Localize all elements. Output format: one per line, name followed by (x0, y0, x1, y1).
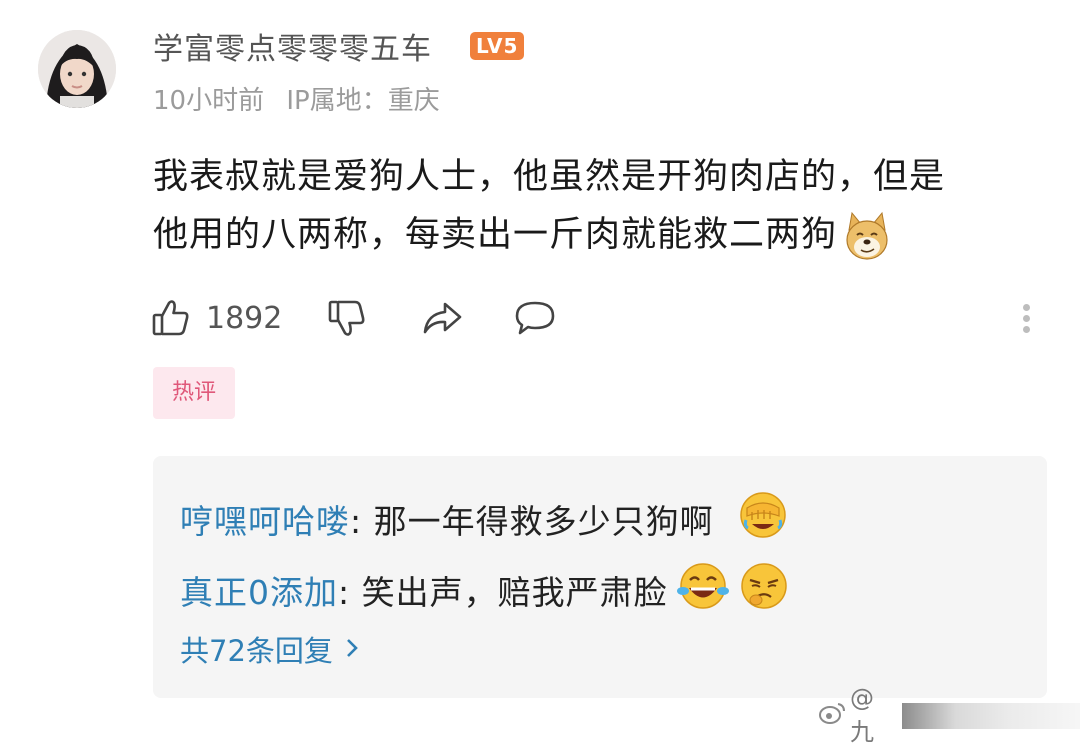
comment-meta: 10小时前 IP属地：重庆 (153, 80, 454, 117)
hot-comment-tag: 热评 (153, 367, 235, 419)
reply-panel[interactable]: 哼嘿呵哈喽 : 那一年得救多少只狗啊 真正0添加 : 笑出声，赔我严肃脸 共72… (153, 456, 1047, 698)
like-count: 1892 (206, 300, 283, 336)
timestamp: 10小时前 (153, 86, 265, 116)
watermark-text: @九 (850, 684, 874, 746)
more-options-icon[interactable] (1014, 300, 1038, 340)
action-bar: 1892 (150, 292, 1050, 344)
level-badge: LV5 (470, 32, 525, 60)
comment-button[interactable] (512, 292, 558, 344)
weibo-logo-icon (818, 701, 846, 731)
reply-text: : 笑出声，赔我严肃脸 (338, 573, 668, 612)
reply-count-label: 共72条回复 (180, 634, 333, 668)
comment-line-2-text: 他用的八两称，每卖出一斤肉就能救二两狗 (153, 215, 838, 255)
comment-line-1: 我表叔就是爱狗人士，他虽然是开狗肉店的，但是 (153, 157, 946, 197)
smirk-emoji (738, 560, 790, 620)
avatar[interactable] (38, 30, 116, 108)
laugh-cry-emoji (676, 561, 730, 619)
comment-line-2: 他用的八两称，每卖出一斤肉就能救二两狗 (153, 206, 1033, 264)
share-arrow-icon (420, 297, 464, 339)
speech-bubble-icon (512, 297, 558, 339)
reply-author[interactable]: 哼嘿呵哈喽 (180, 495, 350, 543)
view-all-replies-link[interactable]: 共72条回复 (180, 628, 359, 670)
like-button[interactable]: 1892 (150, 292, 282, 344)
reply-author[interactable]: 真正0添加 (180, 566, 338, 614)
reply-item[interactable]: 真正0添加 : 笑出声，赔我严肃脸 (180, 560, 790, 620)
reply-text: : 那一年得救多少只狗啊 (350, 502, 714, 541)
watermark-blurred (901, 702, 1080, 729)
chevron-right-icon (345, 632, 359, 666)
comment-text: 我表叔就是爱狗人士，他虽然是开狗肉店的，但是 他用的八两称，每卖出一斤肉就能救二… (153, 148, 1033, 264)
facepalm-laugh-emoji (738, 490, 788, 548)
weibo-watermark: @九 (818, 684, 1080, 747)
share-button[interactable] (420, 292, 464, 344)
thumbs-up-icon (150, 297, 192, 339)
thumbs-down-icon (326, 297, 368, 339)
doge-emoji (843, 210, 891, 262)
username[interactable]: 学富零点零零零五车 (153, 24, 432, 68)
reply-item[interactable]: 哼嘿呵哈喽 : 那一年得救多少只狗啊 (180, 490, 788, 548)
dislike-button[interactable] (326, 292, 368, 344)
ip-location: IP属地：重庆 (286, 86, 440, 116)
